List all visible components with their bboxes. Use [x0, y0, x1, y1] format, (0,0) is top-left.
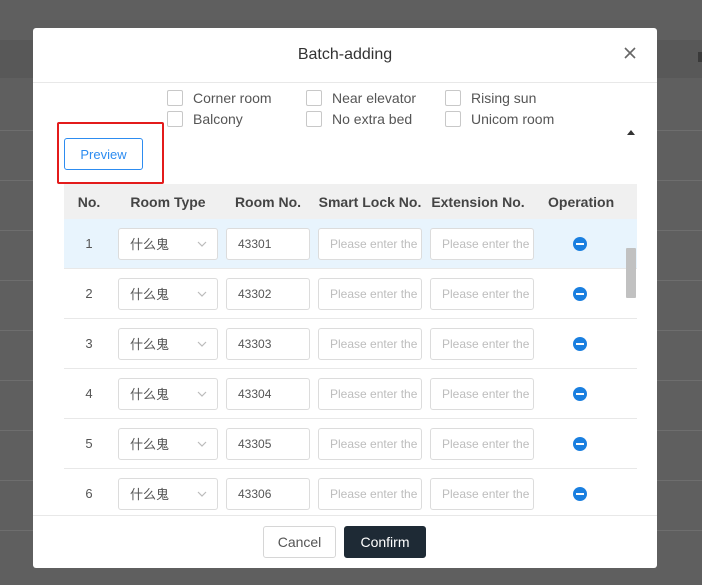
- checkbox-unicom-room[interactable]: Unicom room: [445, 110, 584, 128]
- checkbox-box[interactable]: [306, 111, 322, 127]
- chevron-down-icon: [197, 441, 207, 447]
- checkbox-balcony[interactable]: Balcony: [167, 110, 306, 128]
- room-type-select[interactable]: 什么鬼: [118, 227, 218, 260]
- room-type-select[interactable]: 什么鬼: [118, 427, 218, 460]
- confirm-button[interactable]: Confirm: [344, 526, 426, 558]
- table-row: 4 什么鬼 43304 Please enter the Please ente…: [64, 369, 637, 419]
- chevron-down-icon: [197, 291, 207, 297]
- select-value: 什么鬼: [130, 337, 170, 352]
- remove-row-icon[interactable]: [573, 336, 587, 351]
- table-row: 2 什么鬼 43302 Please enter the Please ente…: [64, 269, 637, 319]
- checkbox-no-extra-bed[interactable]: No extra bed: [306, 110, 445, 128]
- checkbox-box[interactable]: [445, 111, 461, 127]
- vertical-scrollbar[interactable]: [623, 128, 639, 514]
- background-edge-mark: [698, 52, 702, 62]
- batch-adding-dialog: Batch-adding Corner room Near elevator R…: [33, 28, 657, 568]
- checkbox-near-elevator[interactable]: Near elevator: [306, 89, 445, 107]
- checkbox-box[interactable]: [167, 111, 183, 127]
- chevron-down-icon: [197, 341, 207, 347]
- table-row: 1 什么鬼 43301 Please enter the Please ente…: [64, 219, 637, 269]
- dialog-title: Batch-adding: [297, 46, 393, 63]
- header-no: No.: [77, 193, 101, 210]
- header-extension: Extension No.: [431, 193, 525, 210]
- extension-input[interactable]: Please enter the: [430, 327, 534, 360]
- select-value: 什么鬼: [130, 237, 170, 252]
- feature-checkbox-row: Corner room Near elevator Rising sun: [167, 89, 584, 107]
- checkbox-label: Rising sun: [471, 90, 537, 106]
- select-value: 什么鬼: [130, 487, 170, 502]
- highlight-annotation: [57, 122, 164, 184]
- extension-input[interactable]: Please enter the: [430, 227, 534, 260]
- checkbox-corner-room[interactable]: Corner room: [167, 89, 306, 107]
- header-smart-lock: Smart Lock No.: [318, 193, 422, 210]
- smart-lock-input[interactable]: Please enter the: [318, 227, 422, 260]
- chevron-down-icon: [197, 241, 207, 247]
- checkbox-box[interactable]: [445, 90, 461, 106]
- smart-lock-input[interactable]: Please enter the: [318, 427, 422, 460]
- checkbox-label: Balcony: [193, 111, 243, 127]
- header-operation: Operation: [548, 193, 615, 210]
- checkbox-label: No extra bed: [332, 111, 413, 127]
- table-header: No. Room Type Room No. Smart Lock No. Ex…: [64, 184, 637, 219]
- room-no-input[interactable]: 43303: [226, 327, 310, 360]
- cancel-button[interactable]: Cancel: [263, 526, 336, 558]
- remove-row-icon[interactable]: [573, 436, 587, 451]
- chevron-down-icon: [197, 491, 207, 497]
- scroll-up-arrow-icon[interactable]: [627, 130, 635, 135]
- chevron-down-icon: [197, 391, 207, 397]
- table-row: 5 什么鬼 43305 Please enter the Please ente…: [64, 419, 637, 469]
- room-type-select[interactable]: 什么鬼: [118, 377, 218, 410]
- rooms-table: No. Room Type Room No. Smart Lock No. Ex…: [64, 184, 637, 514]
- feature-checkbox-row: Balcony No extra bed Unicom room: [167, 110, 584, 128]
- remove-row-icon[interactable]: [573, 286, 587, 301]
- extension-input[interactable]: Please enter the: [430, 477, 534, 510]
- checkbox-label: Near elevator: [332, 90, 417, 106]
- room-no-input[interactable]: 43304: [226, 377, 310, 410]
- checkbox-box[interactable]: [306, 90, 322, 106]
- smart-lock-input[interactable]: Please enter the: [318, 277, 422, 310]
- row-number: 3: [85, 336, 93, 351]
- row-number: 5: [85, 436, 93, 451]
- close-icon[interactable]: [623, 46, 637, 60]
- room-no-input[interactable]: 43302: [226, 277, 310, 310]
- checkbox-box[interactable]: [167, 90, 183, 106]
- extension-input[interactable]: Please enter the: [430, 277, 534, 310]
- dialog-scroll-area: Corner room Near elevator Rising sun Bal…: [33, 84, 637, 514]
- smart-lock-input[interactable]: Please enter the: [318, 377, 422, 410]
- extension-input[interactable]: Please enter the: [430, 427, 534, 460]
- remove-row-icon[interactable]: [573, 236, 587, 251]
- room-no-input[interactable]: 43306: [226, 477, 310, 510]
- table-row: 6 什么鬼 43306 Please enter the Please ente…: [64, 469, 637, 514]
- checkbox-label: Corner room: [193, 90, 272, 106]
- select-value: 什么鬼: [130, 287, 170, 302]
- row-number: 4: [85, 386, 93, 401]
- dialog-footer: Cancel Confirm: [33, 515, 657, 568]
- extension-input[interactable]: Please enter the: [430, 377, 534, 410]
- room-no-input[interactable]: 43301: [226, 227, 310, 260]
- dialog-body[interactable]: Corner room Near elevator Rising sun Bal…: [33, 84, 657, 514]
- smart-lock-input[interactable]: Please enter the: [318, 327, 422, 360]
- dialog-header: Batch-adding: [33, 28, 657, 83]
- room-type-select[interactable]: 什么鬼: [118, 277, 218, 310]
- checkbox-rising-sun[interactable]: Rising sun: [445, 89, 584, 107]
- select-value: 什么鬼: [130, 437, 170, 452]
- row-number: 2: [85, 286, 93, 301]
- remove-row-icon[interactable]: [573, 486, 587, 501]
- smart-lock-input[interactable]: Please enter the: [318, 477, 422, 510]
- table-row: 3 什么鬼 43303 Please enter the Please ente…: [64, 319, 637, 369]
- room-no-input[interactable]: 43305: [226, 427, 310, 460]
- header-room-type: Room Type: [130, 193, 206, 210]
- checkbox-label: Unicom room: [471, 111, 555, 127]
- header-room-no: Room No.: [234, 193, 302, 210]
- row-number: 6: [85, 486, 93, 501]
- select-value: 什么鬼: [130, 387, 170, 402]
- row-number: 1: [85, 236, 93, 251]
- room-type-select[interactable]: 什么鬼: [118, 327, 218, 360]
- scrollbar-thumb[interactable]: [626, 248, 636, 298]
- remove-row-icon[interactable]: [573, 386, 587, 401]
- room-type-select[interactable]: 什么鬼: [118, 477, 218, 510]
